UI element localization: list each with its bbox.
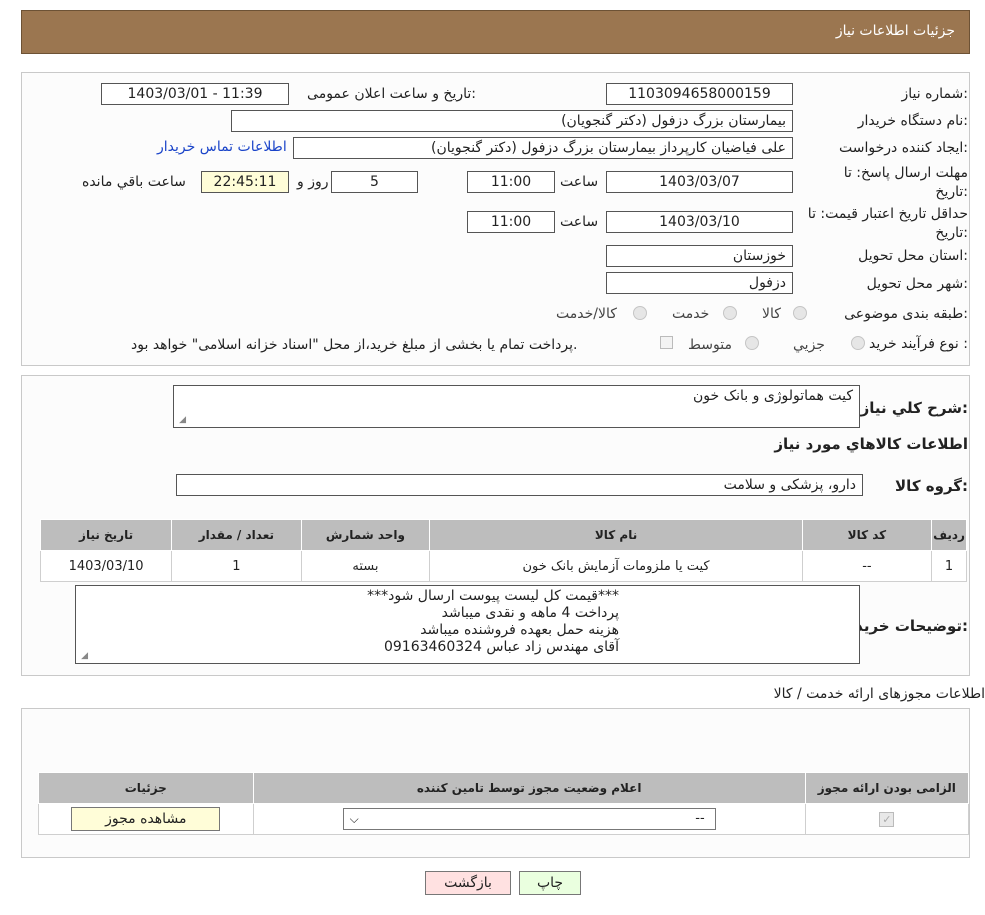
permits-title: اطلاعات مجوزهای ارائه خدمت / کالا: [773, 686, 985, 702]
col-row-number: رديف: [931, 519, 967, 551]
permit-status-value: --: [695, 811, 705, 826]
goods-table: رديف کد کالا نام کالا واحد شمارش تعداد /…: [39, 519, 967, 582]
announce-label: تاریخ و ساعت اعلان عمومی:: [307, 86, 476, 102]
days-field: 5: [331, 171, 418, 193]
goods-table-header: رديف کد کالا نام کالا واحد شمارش تعداد /…: [39, 519, 967, 551]
chevron-down-icon: ⌵: [349, 812, 359, 826]
cell-row-number: 1: [931, 550, 967, 582]
price-validity-label: حداقل تاریخ اعتبار قیمت: تا تاریخ:: [807, 206, 968, 241]
buyer-notes-label: توضیحات خریدار:: [841, 617, 968, 635]
goods-group-field: دارو، پزشکی و سلامت: [176, 474, 863, 496]
buyer-notes-line: پرداخت 4 ماهه و نقدی میباشد: [441, 605, 619, 621]
col-need-date: تاریخ نیاز: [39, 519, 173, 551]
table-row: ✓ -- ⌵ مشاهده مجوز: [38, 803, 970, 835]
permits-table: الزامی بودن ارائه مجوز اعلام وضعیت مجوز …: [38, 772, 970, 835]
col-permit-details: جزئیات: [38, 772, 254, 804]
col-permit-status: اعلام وضعیت مجوز توسط تامین کننده: [252, 772, 806, 804]
cell-permit-details: مشاهده مجوز: [38, 803, 254, 835]
buyer-notes-line: ***قیمت کل لیست پیوست ارسال شود***: [367, 588, 619, 604]
cell-need-date: 1403/03/10: [39, 550, 173, 582]
process-label: نوع فرآیند خرید :: [869, 336, 968, 352]
resize-grip-icon[interactable]: ◢: [79, 652, 88, 661]
buyer-org-label: نام دستگاه خریدار:: [857, 113, 968, 129]
cell-permit-status: -- ⌵: [252, 803, 806, 835]
buyer-notes-line: هزینه حمل بعهده فروشنده میباشد: [420, 622, 619, 638]
permits-table-header: الزامی بودن ارائه مجوز اعلام وضعیت مجوز …: [38, 772, 970, 804]
permit-status-select[interactable]: -- ⌵: [342, 808, 716, 830]
permit-required-checkbox: ✓: [879, 811, 895, 827]
col-goods-code: کد کالا: [801, 519, 933, 551]
resize-grip-icon[interactable]: ◢: [177, 416, 186, 425]
announce-field: 1403/03/01 - 11:39: [101, 83, 289, 105]
category-label: طبقه بندی موضوعی:: [844, 306, 968, 322]
buyer-contact-link[interactable]: اطلاعات تماس خریدار: [157, 139, 287, 155]
reply-deadline-label: مهلت ارسال پاسخ: تا تاریخ:: [843, 165, 968, 200]
description-label: شرح کلي نياز:: [860, 399, 968, 417]
page-title: جزئیات اطلاعات نیاز: [835, 23, 955, 39]
days-label: روز و: [297, 174, 329, 190]
description-textarea[interactable]: کیت هماتولوژی و بانک خون ◢: [173, 385, 860, 428]
process-note-checkbox[interactable]: [660, 336, 673, 349]
category-option-goods: کالا: [762, 306, 781, 322]
goods-group-label: گروه کالا:: [895, 477, 968, 495]
process-option-medium: متوسط: [688, 337, 732, 353]
cell-quantity: 1: [171, 550, 302, 582]
province-field: خوزستان: [606, 245, 793, 267]
col-quantity: تعداد / مقدار: [171, 519, 302, 551]
col-goods-name: نام کالا: [429, 519, 803, 551]
process-note: پرداخت تمام یا بخشی از مبلغ خرید،از محل …: [131, 337, 578, 353]
cell-goods-name: کیت یا ملزومات آزمایش بانک خون: [429, 550, 803, 582]
buyer-org-field: بیمارستان بزرگ دزفول (دکتر گنجویان): [231, 110, 793, 132]
buyer-notes-line: آقای مهندس زاد عباس 09163460324: [383, 639, 619, 655]
col-permit-required: الزامی بودن ارائه مجوز: [804, 772, 970, 804]
goods-info-title: اطلاعات کالاهاي مورد نياز: [774, 435, 968, 453]
process-radio-medium[interactable]: [745, 336, 759, 350]
buyer-notes-textarea[interactable]: ***قیمت کل لیست پیوست ارسال شود*** پرداخ…: [75, 585, 860, 664]
category-option-goods-service: کالا/خدمت: [556, 306, 617, 322]
process-option-minor: جزیي: [793, 337, 825, 353]
price-validity-time-label: ساعت: [560, 214, 599, 230]
page-header: جزئیات اطلاعات نیاز: [21, 10, 970, 54]
city-field: دزفول: [606, 272, 793, 294]
city-label: شهر محل تحویل:: [866, 276, 968, 292]
need-number-field: 1103094658000159: [606, 83, 793, 105]
creator-label: ایجاد کننده درخواست:: [839, 140, 968, 156]
reply-time-field: 11:00: [467, 171, 555, 193]
col-unit: واحد شمارش: [300, 519, 431, 551]
reply-time-label: ساعت: [560, 174, 599, 190]
cell-unit: بسته: [300, 550, 431, 582]
province-label: استان محل تحویل:: [858, 248, 968, 264]
category-radio-service[interactable]: [723, 306, 737, 320]
creator-field: علی فیاضیان کارپرداز بیمارستان بزرگ دزفو…: [293, 137, 793, 159]
table-row: 1 -- کیت یا ملزومات آزمایش بانک خون بسته…: [39, 550, 967, 582]
print-button[interactable]: چاپ: [519, 871, 581, 895]
cell-goods-code: --: [801, 550, 933, 582]
remaining-time-field: 22:45:11: [201, 171, 289, 193]
category-radio-goods-service[interactable]: [633, 306, 647, 320]
process-radio-minor[interactable]: [851, 336, 865, 350]
price-validity-date-field: 1403/03/10: [606, 211, 793, 233]
reply-date-field: 1403/03/07: [606, 171, 793, 193]
need-number-label: شماره نیاز:: [901, 86, 968, 102]
view-permit-button[interactable]: مشاهده مجوز: [71, 807, 221, 831]
back-button[interactable]: بازگشت: [425, 871, 511, 895]
category-radio-goods[interactable]: [793, 306, 807, 320]
category-option-service: خدمت: [672, 306, 710, 322]
remaining-label: ساعت باقي مانده: [82, 174, 186, 190]
cell-permit-required: ✓: [804, 803, 970, 835]
price-validity-time-field: 11:00: [467, 211, 555, 233]
description-text: کیت هماتولوژی و بانک خون: [692, 388, 853, 404]
